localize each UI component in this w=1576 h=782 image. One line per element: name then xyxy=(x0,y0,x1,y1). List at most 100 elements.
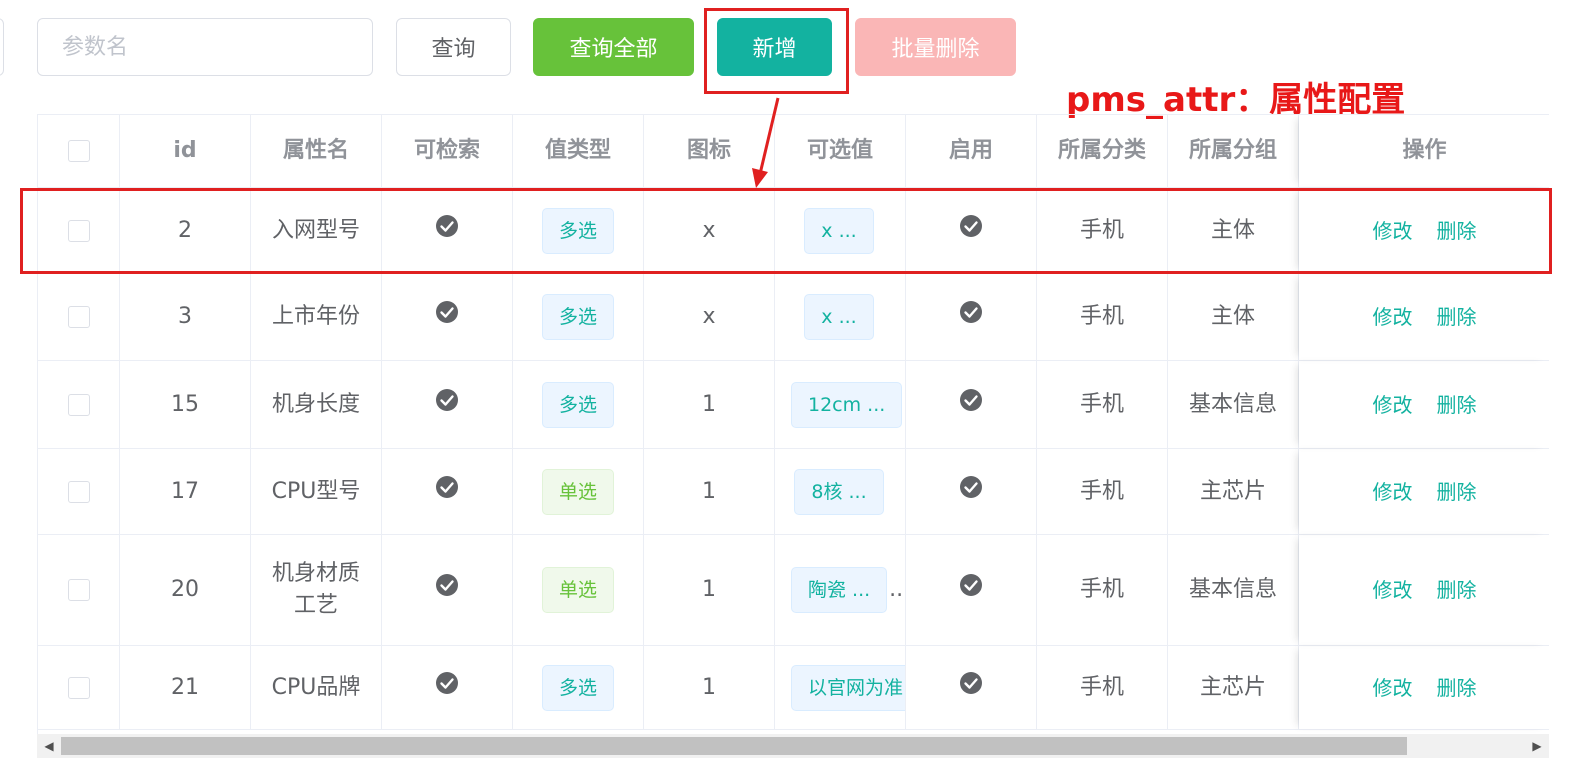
header-operations: 操作 xyxy=(1299,115,1549,187)
value-type-tag: 多选 xyxy=(541,381,614,428)
header-value-type: 值类型 xyxy=(513,115,644,187)
cell-enabled xyxy=(906,361,1037,448)
cell-group: 主芯片 xyxy=(1168,449,1299,534)
values-overflow: .. xyxy=(889,577,904,602)
edit-link[interactable]: 修改 xyxy=(1373,389,1413,421)
cell-id: 3 xyxy=(120,274,251,360)
edit-link[interactable]: 修改 xyxy=(1373,574,1413,606)
header-enabled: 启用 xyxy=(906,115,1037,187)
delete-link[interactable]: 删除 xyxy=(1437,672,1477,704)
scroll-right-arrow-icon[interactable]: ▶ xyxy=(1525,734,1549,758)
value-tag: 以官网为准 xyxy=(791,664,905,711)
cell-icon: 1 xyxy=(644,449,775,534)
cell-icon: 1 xyxy=(644,535,775,645)
row-select-cell[interactable] xyxy=(38,274,120,360)
cell-icon: 1 xyxy=(644,646,775,729)
row-checkbox[interactable] xyxy=(67,393,90,416)
cell-category: 手机 xyxy=(1037,274,1168,360)
batch-delete-button[interactable]: 批量删除 xyxy=(855,18,1016,76)
cell-operations: 修改 删除 xyxy=(1299,449,1549,534)
check-circle-icon xyxy=(959,671,983,705)
cell-values: 以官网为准 xyxy=(775,646,906,729)
cell-category: 手机 xyxy=(1037,646,1168,729)
cell-category: 手机 xyxy=(1037,361,1168,448)
cell-id: 15 xyxy=(120,361,251,448)
header-attr-name: 属性名 xyxy=(251,115,382,187)
check-circle-icon xyxy=(435,573,459,607)
row-checkbox[interactable] xyxy=(67,306,90,328)
add-button-highlight xyxy=(704,8,849,94)
previous-input-edge[interactable] xyxy=(0,18,4,76)
delete-link[interactable]: 删除 xyxy=(1437,301,1477,333)
value-tag: x ... xyxy=(804,294,874,340)
cell-searchable xyxy=(382,646,513,729)
row-checkbox[interactable] xyxy=(67,579,90,601)
table-row: 3 上市年份 多选 x x ... 手机 主体 修改 删除 xyxy=(38,274,1549,361)
cell-value-type: 单选 xyxy=(513,535,644,645)
cell-enabled xyxy=(906,646,1037,729)
delete-link[interactable]: 删除 xyxy=(1437,476,1477,508)
header-select-all[interactable] xyxy=(38,115,120,187)
check-circle-icon xyxy=(435,300,459,334)
cell-icon: 1 xyxy=(644,361,775,448)
cell-group: 基本信息 xyxy=(1168,535,1299,645)
cell-value-type: 多选 xyxy=(513,274,644,360)
check-circle-icon xyxy=(959,475,983,509)
check-circle-icon xyxy=(959,573,983,607)
cell-searchable xyxy=(382,361,513,448)
query-all-button[interactable]: 查询全部 xyxy=(533,18,694,76)
check-circle-icon xyxy=(959,300,983,334)
table-row: 20 机身材质工艺 单选 1 陶瓷 ..... 手机 基本信息 修改 删除 xyxy=(38,535,1549,646)
check-circle-icon xyxy=(435,475,459,509)
row-checkbox[interactable] xyxy=(67,676,90,699)
cell-operations: 修改 删除 xyxy=(1299,361,1549,448)
cell-enabled xyxy=(906,535,1037,645)
check-circle-icon xyxy=(959,388,983,422)
cell-id: 17 xyxy=(120,449,251,534)
row-select-cell[interactable] xyxy=(38,361,120,448)
table-row: 21 CPU品牌 多选 1 以官网为准 手机 主芯片 修改 删除 xyxy=(38,646,1549,730)
edit-link[interactable]: 修改 xyxy=(1373,301,1413,333)
cell-attr-name: 机身长度 xyxy=(251,361,382,448)
cell-category: 手机 xyxy=(1037,535,1168,645)
param-name-search-input[interactable] xyxy=(37,18,373,76)
table-row: 15机身长度多选112cm ....手机基本信息修改删除 xyxy=(38,361,1549,449)
cell-value-type: 单选 xyxy=(513,449,644,534)
cell-searchable xyxy=(382,274,513,360)
cell-id: 21 xyxy=(120,646,251,729)
cell-icon: x xyxy=(644,274,775,360)
table-row: 17 CPU型号 单选 1 8核 ... 手机 主芯片 修改 删除 xyxy=(38,449,1549,535)
query-button[interactable]: 查询 xyxy=(396,18,511,76)
cell-searchable xyxy=(382,535,513,645)
value-type-tag: 单选 xyxy=(541,567,614,613)
edit-link[interactable]: 修改 xyxy=(1373,476,1413,508)
cell-values: 8核 ... xyxy=(775,449,906,534)
cell-values: 陶瓷 ..... xyxy=(775,535,906,645)
value-tag: 12cm ... xyxy=(791,381,903,428)
value-type-tag: 多选 xyxy=(541,294,614,340)
value-tag: 8核 ... xyxy=(794,468,884,515)
row-select-cell[interactable] xyxy=(38,449,120,534)
row-select-cell[interactable] xyxy=(38,535,120,645)
delete-link[interactable]: 删除 xyxy=(1437,389,1477,421)
row-checkbox[interactable] xyxy=(67,480,90,503)
edit-link[interactable]: 修改 xyxy=(1373,672,1413,704)
header-searchable: 可检索 xyxy=(382,115,513,187)
cell-group: 主芯片 xyxy=(1168,646,1299,729)
cell-id: 20 xyxy=(120,535,251,645)
delete-link[interactable]: 删除 xyxy=(1437,574,1477,606)
cell-operations: 修改 删除 xyxy=(1299,274,1549,360)
scroll-left-arrow-icon[interactable]: ◀ xyxy=(37,734,61,758)
cell-attr-name: CPU型号 xyxy=(251,449,382,534)
horizontal-scrollbar[interactable]: ◀ ▶ xyxy=(37,734,1549,758)
cell-searchable xyxy=(382,449,513,534)
cell-value-type: 多选 xyxy=(513,646,644,729)
select-all-checkbox[interactable] xyxy=(67,140,90,162)
scrollbar-thumb[interactable] xyxy=(61,737,1407,755)
row-highlight xyxy=(20,188,1552,274)
header-group: 所属分组 xyxy=(1168,115,1299,187)
value-type-tag: 多选 xyxy=(541,664,614,711)
cell-group: 主体 xyxy=(1168,274,1299,360)
row-select-cell[interactable] xyxy=(38,646,120,729)
cell-value-type: 多选 xyxy=(513,361,644,448)
